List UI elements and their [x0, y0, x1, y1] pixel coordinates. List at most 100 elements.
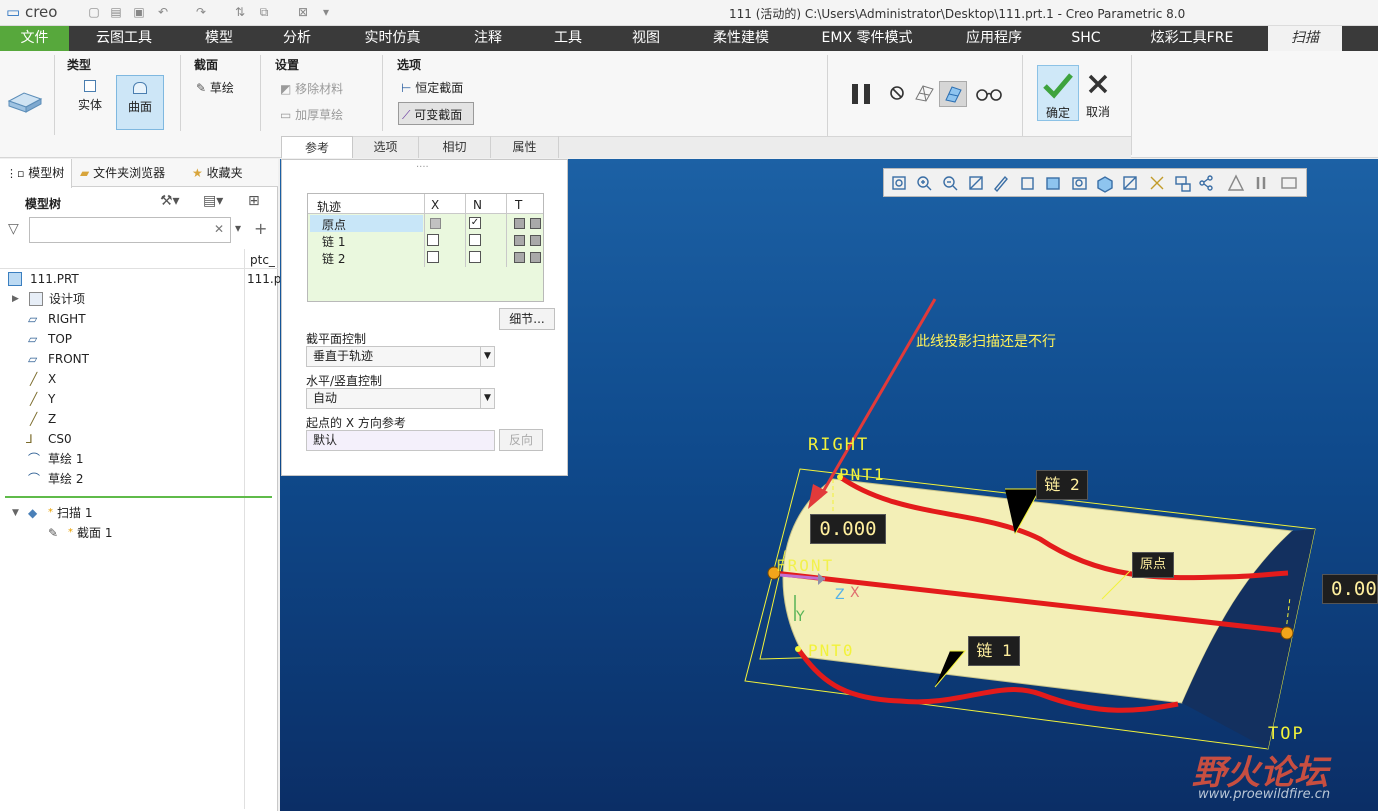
menu-shc[interactable]: SHC — [1060, 26, 1112, 51]
tree-item-x[interactable]: ╱ X — [30, 369, 56, 389]
dimension-value-2[interactable]: 0.00 — [1322, 574, 1378, 604]
row-origin-n-checkbox[interactable]: ✓ — [469, 217, 481, 229]
chain2-label[interactable]: 链 2 — [1036, 470, 1088, 500]
folder-icon: ▰ — [80, 166, 90, 180]
tree-item-section1[interactable]: ✎ * 截面 1 — [48, 523, 112, 543]
tree-item-z[interactable]: ╱ Z — [30, 409, 56, 429]
open-file-icon[interactable]: ▤ — [108, 4, 124, 20]
tree-column-header[interactable]: ptc_ — [250, 253, 275, 267]
close-window-icon[interactable]: ⊠ — [295, 4, 311, 20]
thicken-sketch-button[interactable]: ▭ 加厚草绘 — [280, 106, 343, 123]
cancel-button[interactable]: 取消 — [1081, 65, 1115, 121]
section-control-label: 截平面控制 — [306, 332, 367, 346]
pause-icon[interactable] — [850, 83, 874, 105]
dimension-value-1[interactable]: 0.000 — [810, 514, 886, 544]
preview-mesh-icon[interactable] — [913, 83, 937, 103]
verify-glasses-icon[interactable] — [975, 87, 1003, 101]
row-chain2-label[interactable]: 链 2 — [322, 250, 345, 267]
tree-item-front[interactable]: ▱ FRONT — [28, 349, 89, 369]
add-column-icon[interactable]: + — [254, 219, 267, 238]
search-dropdown-icon[interactable]: ▾ — [235, 221, 241, 235]
insert-indicator[interactable] — [5, 496, 272, 498]
tab-options[interactable]: 选项 — [353, 136, 419, 158]
tab-model-tree[interactable]: ⋮▫ 模型树 — [0, 159, 72, 188]
undo-icon[interactable]: ↶ — [155, 4, 171, 20]
menu-analysis[interactable]: 分析 — [268, 26, 326, 51]
expand-arrow-icon[interactable]: ▶ — [12, 289, 19, 309]
remove-material-button[interactable]: ◩ 移除材料 — [280, 80, 343, 97]
tree-item-cs0[interactable]: ⅃ CS0 — [26, 429, 72, 449]
menu-tools[interactable]: 工具 — [540, 26, 596, 51]
origin-label[interactable]: 原点 — [1132, 552, 1174, 578]
label-top-plane[interactable]: TOP — [1268, 724, 1305, 744]
row-chain1-label[interactable]: 链 1 — [322, 233, 345, 250]
row-chain2-x-checkbox[interactable] — [427, 251, 439, 263]
row-chain1-n-checkbox[interactable] — [469, 234, 481, 246]
menu-emx[interactable]: EMX 零件模式 — [808, 26, 926, 51]
tree-columns-icon[interactable]: ▤▾ — [203, 193, 223, 209]
label-right-plane[interactable]: RIGHT — [808, 435, 869, 455]
tree-filter-grid-icon[interactable]: ⊞ — [248, 193, 260, 209]
tab-folder-browser[interactable]: ▰ 文件夹浏览器 — [80, 159, 165, 187]
tree-item-right[interactable]: ▱ RIGHT — [28, 309, 86, 329]
no-preview-icon[interactable] — [889, 85, 905, 101]
menu-color-tools[interactable]: 炫彩工具FRE — [1136, 26, 1248, 51]
references-panel: ···· 轨迹 X N T 原点 ✓ 链 1 链 2 细节... 截平面控制 垂… — [281, 159, 568, 476]
menu-cloud-tools[interactable]: 云图工具 — [80, 26, 168, 51]
customize-toolbar-icon[interactable]: ▾ — [318, 4, 334, 20]
tree-item-label: CS0 — [48, 432, 72, 446]
tree-item-y[interactable]: ╱ Y — [30, 389, 55, 409]
tree-item-part[interactable]: 111.PRT — [8, 269, 79, 289]
tab-tangency[interactable]: 相切 — [419, 136, 491, 158]
hv-control-select[interactable]: 自动 ▼ — [306, 388, 495, 409]
tree-item-design-items[interactable]: ▶ 设计项 — [12, 289, 85, 309]
row-chain2-n-checkbox[interactable] — [469, 251, 481, 263]
reverse-button[interactable]: 反向 — [499, 429, 543, 451]
x-direction-ref-input[interactable]: 默认 — [306, 430, 495, 451]
menu-sweep[interactable]: 扫描 — [1268, 26, 1342, 51]
row-origin-label[interactable]: 原点 — [322, 216, 346, 233]
collapse-arrow-icon[interactable]: ▼ — [12, 503, 19, 523]
tree-item-sketch2[interactable]: ⌒ 草绘 2 — [28, 469, 83, 489]
regenerate-icon[interactable]: ⇅ — [232, 4, 248, 20]
tab-favorites[interactable]: ★ 收藏夹 — [192, 159, 243, 187]
tree-settings-icon[interactable]: ⚒▾ — [160, 193, 180, 209]
clear-search-icon[interactable]: ✕ — [214, 222, 224, 236]
details-button[interactable]: 细节... — [499, 308, 555, 330]
tree-item-sweep1[interactable]: ▼ ◆ * 扫描 1 — [12, 503, 92, 523]
tree-item-label: X — [48, 372, 57, 386]
section-control-select[interactable]: 垂直于轨迹 ▼ — [306, 346, 495, 367]
ok-button[interactable]: 确定 — [1037, 65, 1079, 121]
menu-model[interactable]: 模型 — [190, 26, 248, 51]
menu-flexible-modeling[interactable]: 柔性建模 — [698, 26, 784, 51]
sketch-button[interactable]: ✎ 草绘 — [196, 79, 234, 96]
chevron-down-icon[interactable]: ▼ — [480, 389, 494, 408]
menu-applications[interactable]: 应用程序 — [952, 26, 1036, 51]
new-file-icon[interactable]: ▢ — [86, 4, 102, 20]
label-pnt1[interactable]: PNT1 — [839, 465, 886, 484]
tree-search-input[interactable]: ✕ — [29, 217, 231, 243]
windows-icon[interactable]: ⧉ — [256, 4, 272, 20]
row-chain1-x-checkbox[interactable] — [427, 234, 439, 246]
tree-item-label: 草绘 1 — [48, 452, 84, 466]
tree-item-top[interactable]: ▱ TOP — [28, 329, 72, 349]
constant-section-button[interactable]: ⊢ 恒定截面 — [401, 79, 463, 96]
menu-annotate[interactable]: 注释 — [460, 26, 516, 51]
chain1-label[interactable]: 链 1 — [968, 636, 1020, 666]
label-pnt0[interactable]: PNT0 — [808, 641, 855, 660]
menu-file[interactable]: 文件 — [0, 26, 69, 51]
tree-item-sketch1[interactable]: ⌒ 草绘 1 — [28, 449, 83, 469]
save-icon[interactable]: ▣ — [131, 4, 147, 20]
attached-preview-button[interactable] — [939, 81, 967, 107]
label-front-plane[interactable]: FRONT — [776, 556, 834, 575]
redo-icon[interactable]: ↷ — [193, 4, 209, 20]
tab-references[interactable]: 参考 — [281, 136, 353, 158]
chevron-down-icon[interactable]: ▼ — [480, 347, 494, 366]
panel-grip-icon[interactable]: ···· — [416, 162, 429, 173]
solid-button[interactable]: 实体 — [68, 75, 112, 125]
surface-button[interactable]: 曲面 — [116, 75, 164, 130]
tab-properties[interactable]: 属性 — [491, 136, 559, 158]
variable-section-button[interactable]: ⟋ 可变截面 — [398, 102, 474, 125]
menu-realtime-sim[interactable]: 实时仿真 — [350, 26, 435, 51]
menu-view[interactable]: 视图 — [618, 26, 674, 51]
